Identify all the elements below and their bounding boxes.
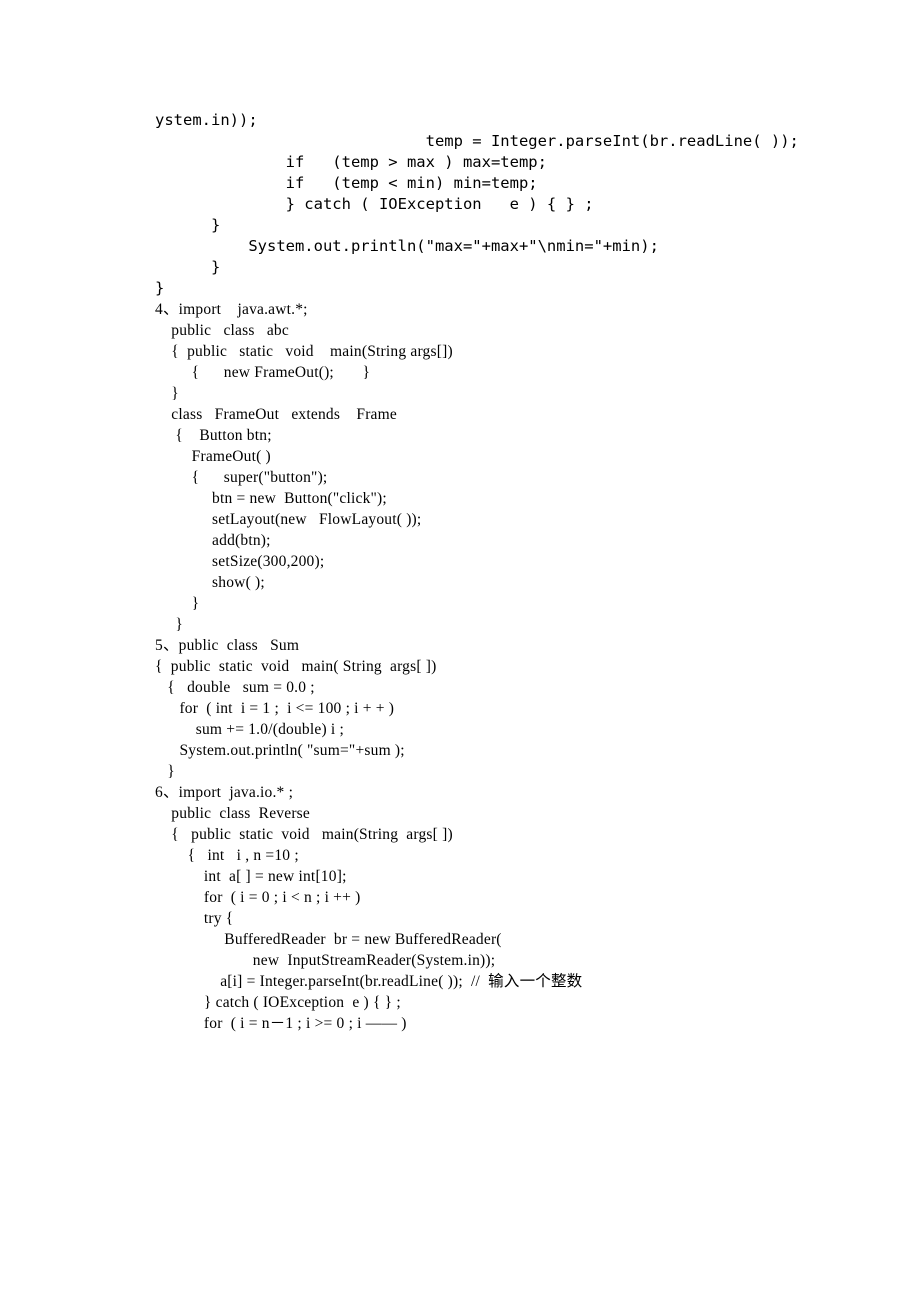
code-line: BufferedReader br = new BufferedReader( [155,929,840,950]
code-line: public class abc [155,320,840,341]
code-line: { public static void main(String args[]) [155,341,840,362]
code-line: ystem.in)); [155,110,840,131]
code-line: System.out.println( "sum="+sum ); [155,740,840,761]
code-line: { new FrameOut(); } [155,362,840,383]
document-page: ystem.in)); temp = Integer.parseInt(br.r… [0,0,920,1114]
code-line: show( ); [155,572,840,593]
code-line: for ( i = 0 ; i < n ; i ++ ) [155,887,840,908]
code-line: { public static void main(String args[ ]… [155,824,840,845]
code-line: a[i] = Integer.parseInt(br.readLine( ));… [155,971,840,992]
code-line: { Button btn; [155,425,840,446]
code-line: sum += 1.0/(double) i ; [155,719,840,740]
code-line: if (temp < min) min=temp; [155,173,840,194]
code-line: { public static void main( String args[ … [155,656,840,677]
code-line: 5、public class Sum [155,635,840,656]
code-line: add(btn); [155,530,840,551]
code-line: setLayout(new FlowLayout( )); [155,509,840,530]
code-line: } [155,278,840,299]
code-line: { super("button"); [155,467,840,488]
code-line: for ( int i = 1 ; i <= 100 ; i + + ) [155,698,840,719]
code-line: } catch ( IOException e ) { } ; [155,992,840,1013]
code-line: } [155,593,840,614]
code-line: } [155,614,840,635]
code-line: } [155,257,840,278]
code-line: public class Reverse [155,803,840,824]
code-line: } [155,215,840,236]
code-line: new InputStreamReader(System.in)); [155,950,840,971]
code-line: { double sum = 0.0 ; [155,677,840,698]
code-line: class FrameOut extends Frame [155,404,840,425]
code-line: } [155,761,840,782]
code-line: FrameOut( ) [155,446,840,467]
code-block: ystem.in)); temp = Integer.parseInt(br.r… [155,110,840,1034]
code-line: { int i , n =10 ; [155,845,840,866]
code-line: 4、import java.awt.*; [155,299,840,320]
code-line: setSize(300,200); [155,551,840,572]
code-line: int a[ ] = new int[10]; [155,866,840,887]
code-line: if (temp > max ) max=temp; [155,152,840,173]
code-line: btn = new Button("click"); [155,488,840,509]
code-line: } catch ( IOException e ) { } ; [155,194,840,215]
code-line: try { [155,908,840,929]
code-line: temp = Integer.parseInt(br.readLine( )); [155,131,840,152]
code-line: for ( i = n－1 ; i >= 0 ; i ―― ) [155,1013,840,1034]
code-line: } [155,383,840,404]
code-line: 6、import java.io.* ; [155,782,840,803]
code-line: System.out.println("max="+max+"\nmin="+m… [155,236,840,257]
